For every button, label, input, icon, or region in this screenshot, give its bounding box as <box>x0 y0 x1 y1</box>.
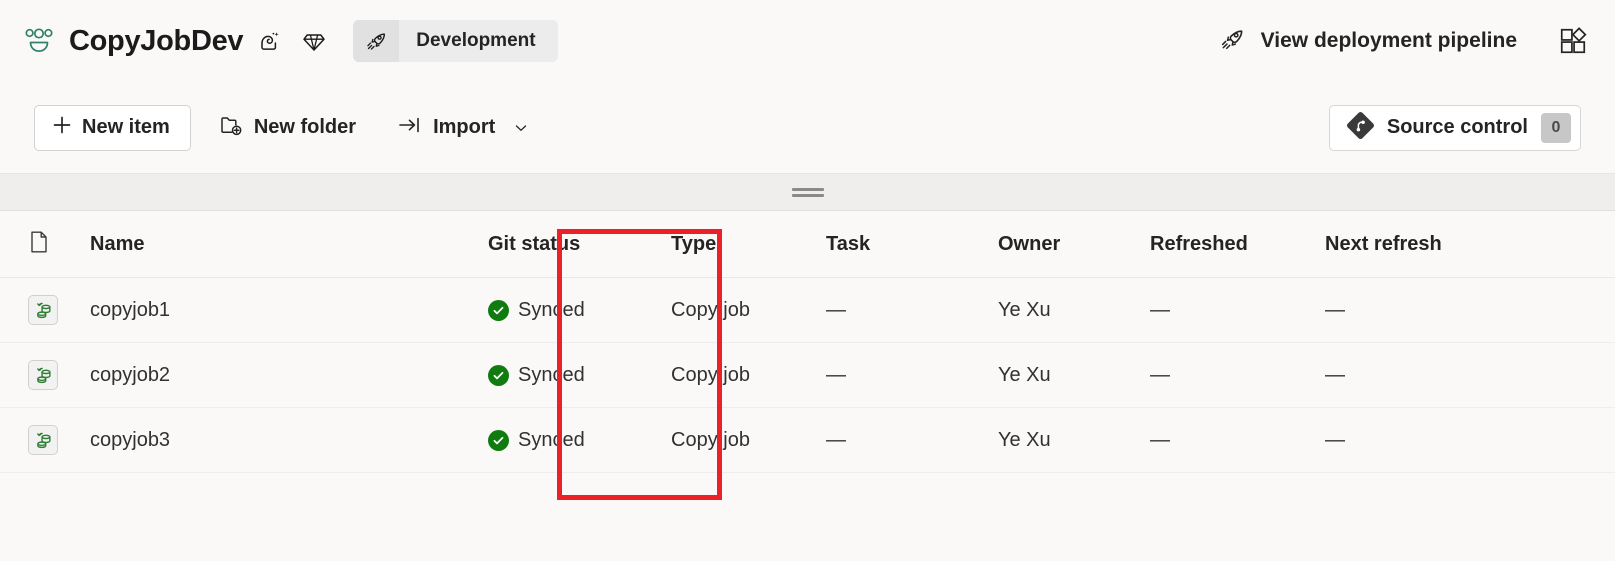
copilot-sparkle-icon[interactable] <box>253 24 287 58</box>
new-item-label: New item <box>82 116 170 138</box>
plus-icon <box>51 114 73 142</box>
diamond-gem-icon[interactable] <box>297 24 331 58</box>
copy-job-icon <box>28 360 58 390</box>
source-control-button[interactable]: Source control 0 <box>1328 104 1581 151</box>
table-row[interactable]: copyjob1 Synced Copy job — Ye Xu — — <box>0 278 1615 343</box>
table-header-row: Name Git status Type Task Owner Refreshe… <box>0 211 1615 278</box>
new-folder-label: New folder <box>253 116 357 138</box>
workspace-people-icon <box>22 24 56 58</box>
row-refreshed: — <box>1150 428 1170 451</box>
table-row[interactable]: copyjob2 Synced Copy job — Ye Xu — — <box>0 343 1615 408</box>
import-arrow-icon <box>398 114 422 142</box>
command-toolbar: New item New folder Import Source contro… <box>0 82 1615 174</box>
row-git-status: Synced <box>488 364 671 387</box>
new-folder-button[interactable]: New folder <box>205 105 370 151</box>
row-task: — <box>826 428 846 451</box>
row-name[interactable]: copyjob1 <box>90 299 488 322</box>
row-name[interactable]: copyjob2 <box>90 364 488 387</box>
table-row[interactable]: copyjob3 Synced Copy job — Ye Xu — — <box>0 408 1615 473</box>
column-header-refreshed[interactable]: Refreshed <box>1150 233 1325 256</box>
document-icon <box>28 230 50 259</box>
source-control-badge: 0 <box>1541 112 1571 143</box>
header-right-group: View deployment pipeline <box>1207 18 1593 65</box>
row-next-refresh: — <box>1325 298 1345 321</box>
source-control-label: Source control <box>1386 116 1528 138</box>
row-refreshed: — <box>1150 363 1170 386</box>
column-header-git-status[interactable]: Git status <box>488 233 671 256</box>
git-logo-icon <box>1346 111 1374 144</box>
copy-job-icon <box>28 425 58 455</box>
row-git-status-label: Synced <box>518 428 585 451</box>
column-header-name[interactable]: Name <box>90 233 488 256</box>
row-item-icon-cell <box>28 295 90 325</box>
row-git-status-label: Synced <box>518 363 585 386</box>
row-git-status: Synced <box>488 299 671 322</box>
view-deployment-pipeline-label: View deployment pipeline <box>1260 29 1517 52</box>
page-header: CopyJobDev Development View deployment p… <box>0 0 1615 82</box>
row-type: Copy job <box>671 298 750 321</box>
row-type: Copy job <box>671 363 750 386</box>
row-owner: Ye Xu <box>998 298 1051 321</box>
header-left-group: CopyJobDev Development <box>22 20 558 62</box>
view-deployment-pipeline-button[interactable]: View deployment pipeline <box>1207 18 1527 65</box>
workspace-page: CopyJobDev Development View deployment p… <box>0 0 1615 561</box>
column-header-next-refresh[interactable]: Next refresh <box>1325 233 1515 256</box>
check-circle-icon <box>488 429 509 451</box>
column-header-owner[interactable]: Owner <box>998 233 1150 256</box>
import-button[interactable]: Import <box>384 105 543 151</box>
pane-splitter[interactable] <box>0 174 1615 211</box>
apps-grid-add-icon[interactable] <box>1553 21 1593 61</box>
page-title: CopyJobDev <box>69 24 244 57</box>
environment-selector[interactable]: Development <box>353 20 558 62</box>
items-table: Name Git status Type Task Owner Refreshe… <box>0 211 1615 473</box>
column-header-icon <box>28 230 90 259</box>
row-git-status: Synced <box>488 429 671 452</box>
drag-handle-icon <box>791 187 824 197</box>
row-refreshed: — <box>1150 298 1170 321</box>
column-header-type[interactable]: Type <box>671 233 826 256</box>
new-item-button[interactable]: New item <box>34 104 191 151</box>
row-type: Copy job <box>671 428 750 451</box>
check-circle-icon <box>488 299 509 321</box>
row-task: — <box>826 298 846 321</box>
row-name[interactable]: copyjob3 <box>90 429 488 452</box>
folder-add-icon <box>219 113 243 143</box>
row-item-icon-cell <box>28 360 90 390</box>
chevron-down-icon <box>513 120 529 136</box>
row-task: — <box>826 363 846 386</box>
check-circle-icon <box>488 364 509 386</box>
import-label: Import <box>433 116 496 138</box>
row-git-status-label: Synced <box>518 298 585 321</box>
row-owner: Ye Xu <box>998 428 1051 451</box>
row-next-refresh: — <box>1325 363 1345 386</box>
rocket-icon <box>353 20 400 62</box>
row-item-icon-cell <box>28 425 90 455</box>
rocket-icon <box>1217 24 1247 59</box>
column-header-task[interactable]: Task <box>826 233 998 256</box>
copy-job-icon <box>28 295 58 325</box>
row-next-refresh: — <box>1325 428 1345 451</box>
row-owner: Ye Xu <box>998 363 1051 386</box>
environment-label: Development <box>416 30 536 51</box>
